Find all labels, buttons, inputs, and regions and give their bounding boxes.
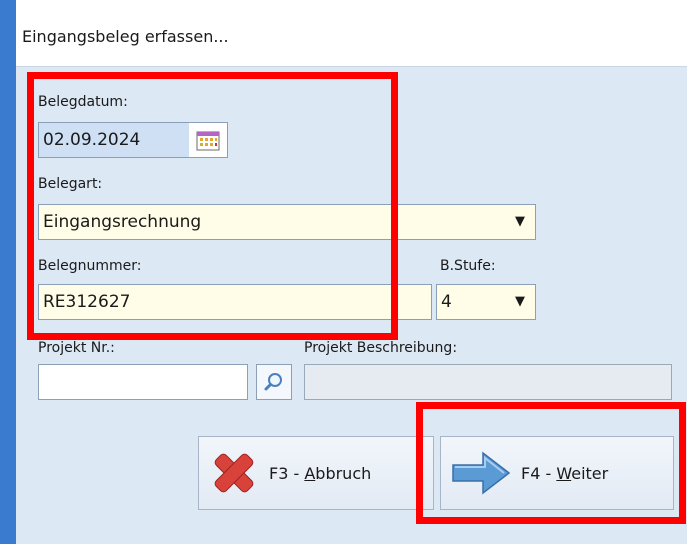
calendar-icon[interactable] [194, 126, 222, 154]
abbruch-button[interactable]: F3 - Abbruch [198, 436, 434, 510]
magnifier-icon [264, 373, 282, 391]
chevron-down-icon: ▼ [515, 294, 525, 309]
weiter-label: F4 - Weiter [521, 463, 609, 483]
bstufe-dropdown-button[interactable]: ▼ [505, 285, 535, 319]
abbruch-label: F3 - Abbruch [269, 463, 372, 483]
bstufe-label: B.Stufe: [440, 258, 496, 274]
belegnummer-field[interactable]: RE312627 [38, 284, 432, 320]
belegdatum-value: 02.09.2024 [43, 130, 141, 150]
bstufe-value: 4 [441, 292, 452, 312]
dialog-titlebar: Eingangsbeleg erfassen... [16, 0, 687, 67]
projekt-beschreibung-field [304, 364, 672, 400]
belegart-select[interactable]: Eingangsrechnung ▼ [38, 204, 536, 240]
projekt-nr-field[interactable] [38, 364, 248, 400]
dialog-window: Eingangsbeleg erfassen... Belegdatum: 02… [16, 0, 687, 544]
belegart-value: Eingangsrechnung [43, 212, 202, 232]
red-x-icon [199, 448, 269, 498]
bstufe-select[interactable]: 4 ▼ [436, 284, 536, 320]
projekt-search-button[interactable] [256, 364, 292, 400]
blue-arrow-icon [441, 449, 521, 497]
belegnummer-value: RE312627 [43, 292, 131, 312]
projekt-nr-label: Projekt Nr.: [38, 340, 115, 356]
chevron-down-icon: ▼ [515, 214, 525, 229]
weiter-button[interactable]: F4 - Weiter [440, 436, 674, 510]
projekt-beschreibung-label: Projekt Beschreibung: [304, 340, 458, 356]
belegart-dropdown-button[interactable]: ▼ [505, 205, 535, 239]
belegdatum-label: Belegdatum: [38, 94, 128, 110]
belegart-label: Belegart: [38, 176, 103, 192]
belegnummer-label: Belegnummer: [38, 258, 142, 274]
dialog-title: Eingangsbeleg erfassen... [22, 27, 229, 46]
